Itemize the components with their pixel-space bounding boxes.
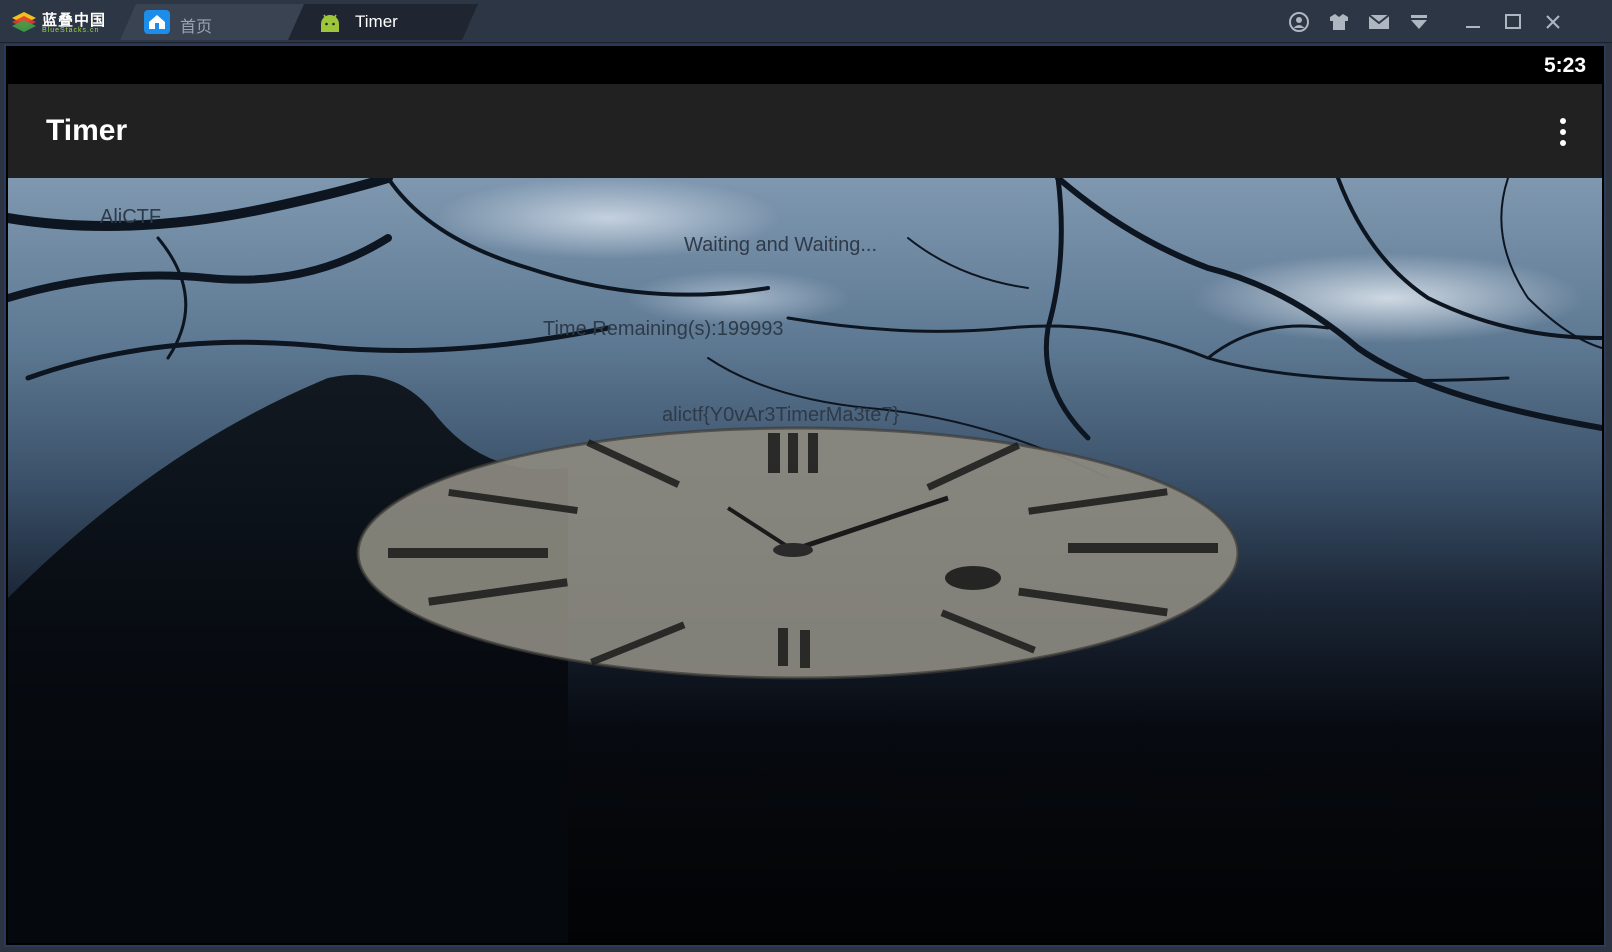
clock-background-image	[8, 178, 1602, 943]
android-screen: 5:23 Timer AliCTF Waiting and Waiting...…	[4, 44, 1606, 947]
bluestacks-logo-icon	[12, 12, 36, 32]
brand-subtext: BlueStacks.cn	[42, 27, 100, 34]
minimize-icon[interactable]	[1460, 9, 1486, 35]
emulator-titlebar: 蓝叠中国 BlueStacks.cn 首页 Timer	[0, 0, 1612, 43]
tab-timer[interactable]: Timer	[288, 4, 478, 40]
waiting-text: Waiting and Waiting...	[684, 234, 878, 256]
time-remaining-text: Time Remaining(s):199993	[543, 318, 784, 340]
tab-home-label: 首页	[180, 19, 213, 36]
status-time: 5:23	[1543, 54, 1586, 77]
alictf-label: AliCTF	[100, 206, 162, 228]
app-bar: Timer	[8, 84, 1602, 178]
tab-timer-label: Timer	[355, 12, 398, 31]
download-icon[interactable]	[1406, 9, 1432, 35]
flag-text: alictf{Y0vAr3TimerMa3te7}	[662, 404, 900, 426]
home-icon	[144, 10, 170, 34]
app-title: Timer	[46, 114, 128, 147]
app-content: AliCTF Waiting and Waiting... Time Remai…	[8, 178, 1602, 943]
more-vert-icon[interactable]	[1548, 112, 1578, 152]
mail-icon[interactable]	[1366, 9, 1392, 35]
maximize-icon[interactable]	[1500, 9, 1526, 35]
bluestacks-logo[interactable]: 蓝叠中国 BlueStacks.cn	[10, 8, 110, 36]
close-icon[interactable]	[1540, 9, 1566, 35]
gift-icon[interactable]	[1326, 9, 1352, 35]
android-status-bar: 5:23	[8, 46, 1602, 84]
tab-home[interactable]: 首页	[120, 4, 308, 40]
account-icon[interactable]	[1286, 9, 1312, 35]
android-icon	[318, 12, 342, 34]
